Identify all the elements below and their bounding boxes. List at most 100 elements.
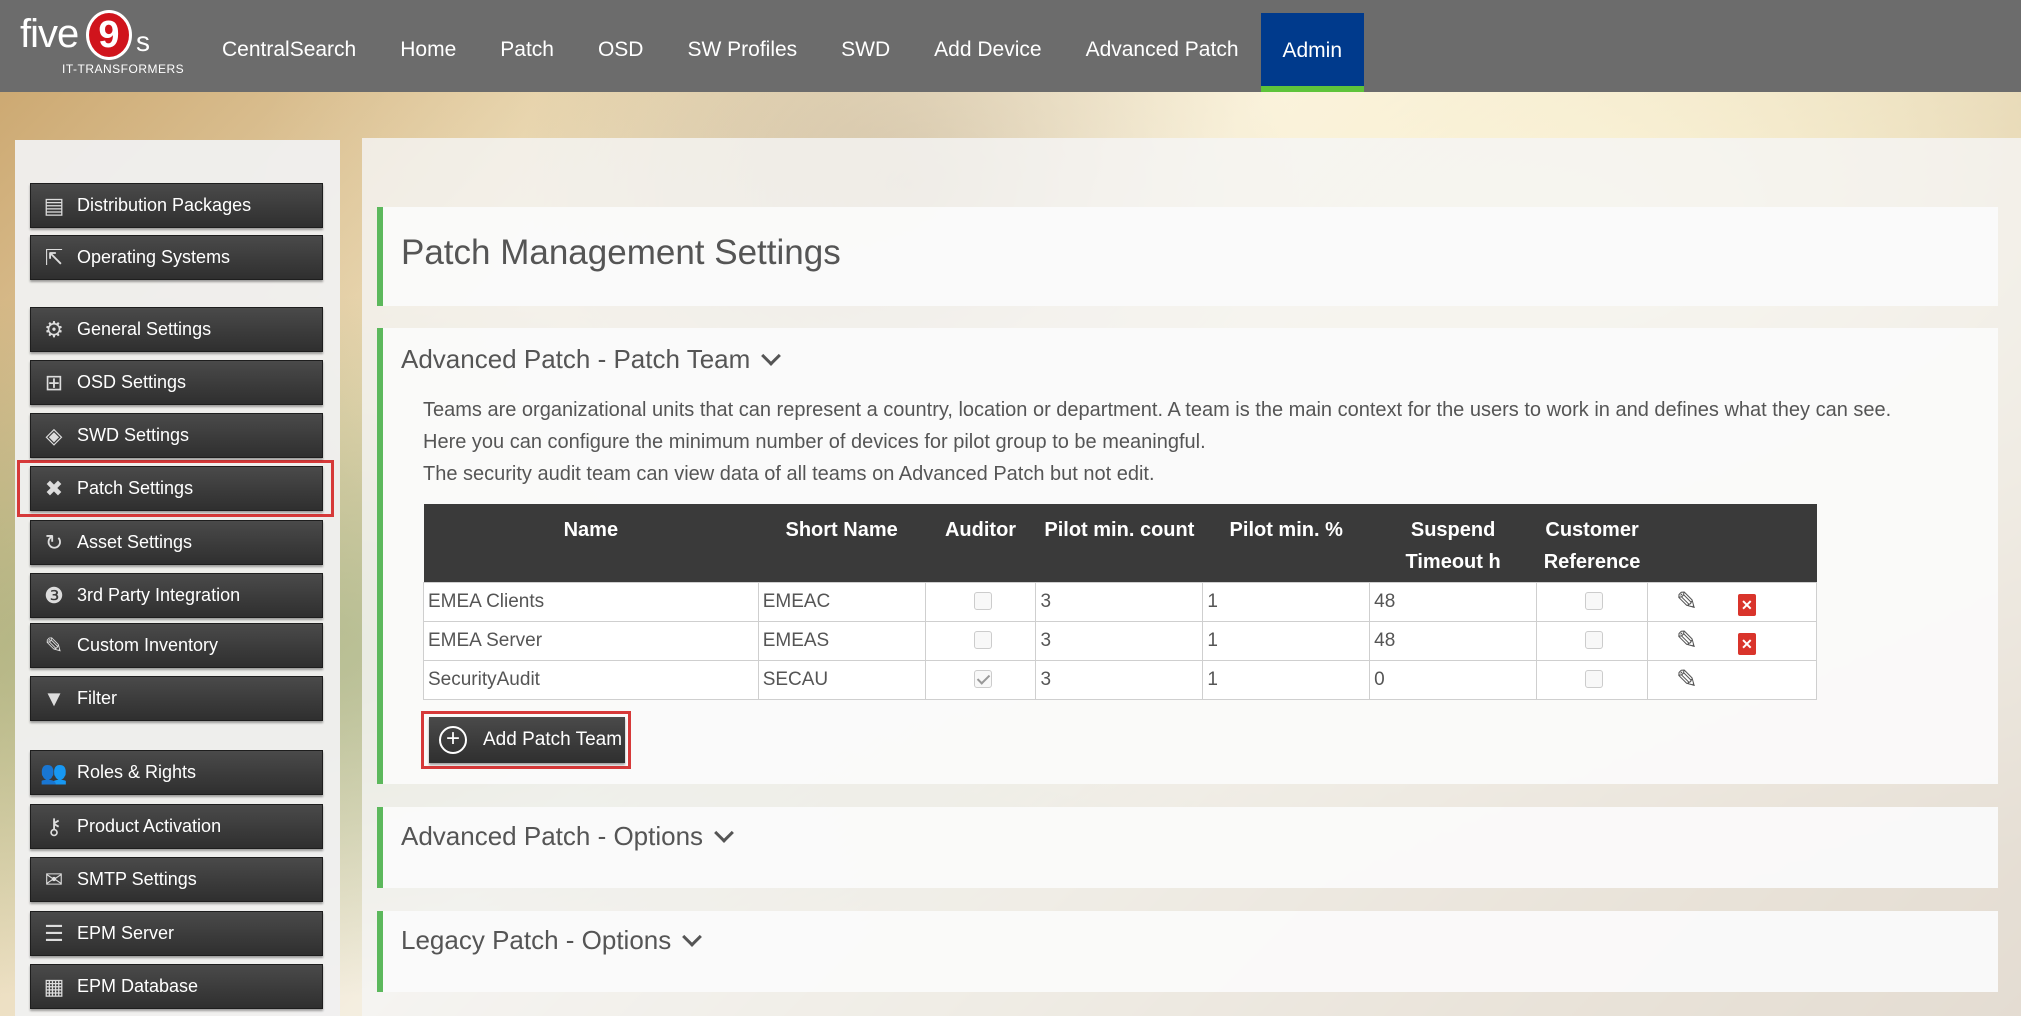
page-title-card: Patch Management Settings: [377, 207, 1998, 306]
auditor-checkbox[interactable]: [973, 592, 992, 611]
sidebar-item-label: SWD Settings: [77, 425, 190, 445]
delete-icon[interactable]: ✕: [1737, 593, 1756, 616]
customer-reference-checkbox[interactable]: [1585, 592, 1604, 611]
nav-item-swd[interactable]: SWD: [819, 0, 912, 92]
cell-auditor: [924, 581, 1037, 622]
chevron-down-icon: [761, 345, 782, 366]
add-patch-team-label: Add Patch Team: [483, 729, 623, 750]
edit-icon[interactable]: ✎: [1676, 586, 1698, 617]
edit-icon[interactable]: ✎: [1676, 625, 1698, 656]
auditor-checkbox[interactable]: [973, 670, 992, 689]
sidebar-item-filter[interactable]: ▼ Filter: [30, 676, 323, 721]
nav-item-patch[interactable]: Patch: [478, 0, 576, 92]
description-line: The security audit team can view data of…: [423, 463, 1155, 485]
table-row: EMEA Server EMEAS 3 1 48 ✎ ✕: [423, 620, 1817, 661]
patch-team-section-toggle[interactable]: Advanced Patch - Patch Team: [401, 344, 782, 375]
advanced-options-section: Advanced Patch - Options: [377, 807, 1998, 888]
nav-item-advanced-patch[interactable]: Advanced Patch: [1064, 0, 1261, 92]
add-patch-team-button[interactable]: + Add Patch Team: [429, 717, 625, 763]
cell-short-name: EMEAS: [757, 620, 926, 661]
sidebar-item-label: EPM Server: [77, 923, 175, 943]
sidebar-item-swd-settings[interactable]: ◈ SWD Settings: [30, 413, 323, 458]
description-line: Here you can configure the minimum numbe…: [423, 431, 1206, 453]
sidebar-item-distribution-packages[interactable]: ▤ Distribution Packages: [30, 183, 323, 228]
column-header-suspend-timeout[interactable]: Suspend Timeout h: [1369, 504, 1537, 582]
sidebar-item-label: EPM Database: [77, 976, 199, 996]
sidebar-item-asset-settings[interactable]: ↻ Asset Settings: [30, 520, 323, 565]
column-header-customer-reference[interactable]: Customer Reference: [1536, 504, 1648, 582]
cell-short-name: EMEAC: [757, 581, 926, 622]
sidebar-item-label: Patch Settings: [77, 478, 194, 498]
legacy-options-section: Legacy Patch - Options: [377, 911, 1998, 992]
refresh-icon: ↻: [44, 529, 64, 555]
legacy-options-toggle[interactable]: Legacy Patch - Options: [401, 925, 703, 956]
sidebar-item-custom-inventory[interactable]: ✎ Custom Inventory: [30, 623, 323, 668]
customer-reference-checkbox[interactable]: [1585, 670, 1604, 689]
software-icon: ◈: [45, 422, 63, 448]
column-header-name[interactable]: Name: [423, 504, 759, 582]
logo-suffix: s: [136, 26, 150, 57]
sidebar-item-label: General Settings: [77, 319, 212, 339]
users-icon: 👥: [40, 759, 68, 785]
top-navbar: five 9 s IT-TRANSFORMERS CentralSearch Ho…: [0, 0, 2021, 92]
sidebar-item-osd-settings[interactable]: ⊞ OSD Settings: [30, 360, 323, 405]
sidebar-item-epm-server[interactable]: ☰ EPM Server: [30, 911, 323, 956]
customer-reference-checkbox[interactable]: [1585, 631, 1604, 650]
sidebar-item-patch-settings[interactable]: ✖ Patch Settings: [30, 466, 323, 511]
column-header-actions: [1647, 504, 1817, 582]
edit-icon[interactable]: ✎: [1676, 664, 1698, 695]
cell-auditor: [924, 659, 1037, 700]
server-icon: ☰: [44, 920, 64, 946]
main-nav: CentralSearch Home Patch OSD SW Profiles SWD A…: [200, 0, 1365, 92]
patch-icon: ✖: [44, 475, 64, 501]
sidebar-item-roles-rights[interactable]: 👥 Roles & Rights: [30, 750, 323, 795]
delete-icon[interactable]: ✕: [1737, 632, 1756, 655]
column-header-pilot-count[interactable]: Pilot min. count: [1035, 504, 1203, 582]
nav-item-centralsearch[interactable]: CentralSearch: [200, 0, 378, 92]
nav-item-admin[interactable]: Admin: [1260, 13, 1365, 92]
sidebar-item-label: Filter: [77, 688, 117, 708]
cell-customer-reference: [1536, 620, 1649, 661]
database-icon: ▦: [43, 973, 65, 999]
advanced-options-toggle[interactable]: Advanced Patch - Options: [401, 821, 734, 852]
external-link-icon: ⇱: [44, 244, 64, 270]
pen-icon: ✎: [44, 632, 64, 658]
sidebar-item-label: Asset Settings: [77, 532, 193, 552]
logo[interactable]: five 9 s IT-TRANSFORMERS: [0, 0, 200, 92]
table-row: SecurityAudit SECAU 3 1 0 ✎: [423, 659, 1817, 700]
nav-item-sw-profiles[interactable]: SW Profiles: [665, 0, 819, 92]
sidebar-item-operating-systems[interactable]: ⇱ Operating Systems: [30, 235, 323, 280]
sidebar-item-epm-database[interactable]: ▦ EPM Database: [30, 964, 323, 1009]
table-header-row: Name Short Name Auditor Pilot min. count…: [423, 504, 1817, 582]
cell-actions: ✎: [1647, 659, 1817, 700]
sidebar-item-smtp-settings[interactable]: ✉ SMTP Settings: [30, 857, 323, 902]
key-icon: ⚷: [45, 813, 63, 839]
sidebar-item-label: Roles & Rights: [77, 762, 197, 782]
column-header-auditor[interactable]: Auditor: [925, 504, 1036, 582]
cell-customer-reference: [1536, 659, 1649, 700]
sidebar-item-general-settings[interactable]: ⚙ General Settings: [30, 307, 323, 352]
logo-word: five: [20, 12, 79, 56]
chevron-down-icon: [682, 926, 703, 947]
cell-actions: ✎ ✕: [1647, 620, 1817, 661]
cell-timeout: 48: [1369, 620, 1538, 661]
column-header-short-name[interactable]: Short Name: [758, 504, 926, 582]
auditor-checkbox[interactable]: [973, 631, 992, 650]
column-header-pilot-pct[interactable]: Pilot min. %: [1202, 504, 1370, 582]
sidebar-item-product-activation[interactable]: ⚷ Product Activation: [30, 804, 323, 849]
nav-item-add-device[interactable]: Add Device: [912, 0, 1063, 92]
cell-timeout: 0: [1369, 659, 1538, 700]
sidebar-item-label: Distribution Packages: [77, 195, 252, 215]
nav-item-home[interactable]: Home: [378, 0, 478, 92]
legacy-options-title: Legacy Patch - Options: [401, 925, 672, 955]
patch-team-section: Advanced Patch - Patch Team Teams are or…: [377, 328, 1998, 784]
plus-circle-icon: +: [439, 726, 467, 754]
sidebar-item-3rd-party-integration[interactable]: ❸ 3rd Party Integration: [30, 573, 323, 618]
nav-item-osd[interactable]: OSD: [576, 0, 666, 92]
add-patch-team-highlight: + Add Patch Team: [421, 711, 631, 769]
cell-name: EMEA Clients: [423, 581, 759, 622]
logo-nine: 9: [86, 10, 132, 60]
package-icon: ▤: [43, 192, 65, 218]
cell-actions: ✎ ✕: [1647, 581, 1817, 622]
cell-short-name: SECAU: [757, 659, 926, 700]
